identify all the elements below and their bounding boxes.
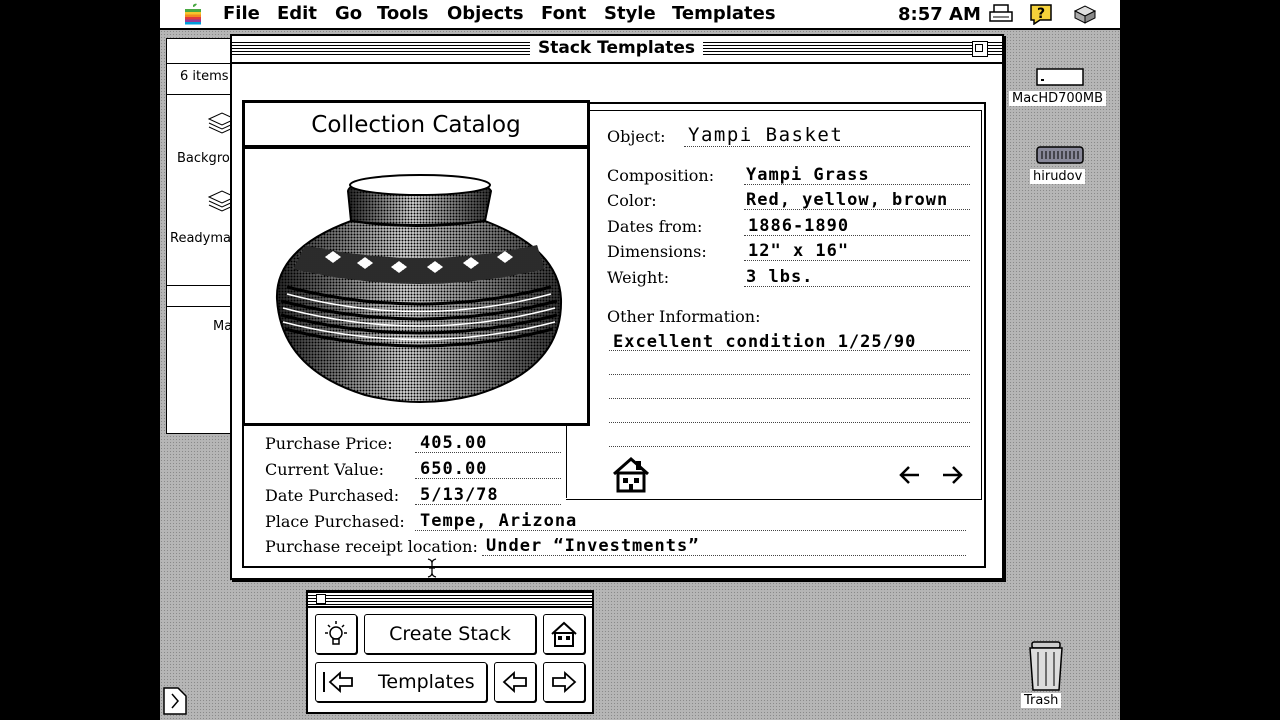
arrow-left-icon[interactable] (898, 464, 922, 486)
receipt-location-label: Purchase receipt location: (265, 537, 478, 556)
menu-edit[interactable]: Edit (277, 3, 317, 24)
svg-text:?: ? (1037, 6, 1045, 22)
dates-from-label: Dates from: (607, 217, 703, 236)
object-underline (684, 146, 970, 147)
other-info-line (609, 422, 970, 423)
templates-button[interactable]: Templates (315, 662, 487, 702)
home-button[interactable] (543, 614, 585, 654)
printer-icon[interactable] (988, 3, 1014, 25)
current-value-value[interactable]: 650.00 (420, 459, 487, 479)
composition-value[interactable]: Yampi Grass (746, 165, 870, 185)
first-card-icon (323, 670, 353, 694)
field-underline (744, 235, 970, 236)
previous-button[interactable] (494, 662, 536, 702)
hard-disk-icon[interactable] (1036, 68, 1084, 86)
lightbulb-icon (325, 621, 347, 645)
menu-objects[interactable]: Objects (447, 3, 524, 24)
finder-item-label[interactable]: Readyma (170, 231, 231, 246)
hard-disk-label[interactable]: MacHD700MB (1009, 91, 1107, 106)
ibeam-cursor-icon (427, 558, 437, 578)
pot-illustration (275, 174, 563, 403)
place-purchased-label: Place Purchased: (265, 512, 405, 531)
other-info-label: Other Information: (607, 307, 761, 326)
place-purchased-value[interactable]: Tempe, Arizona (420, 511, 577, 531)
field-underline (415, 478, 561, 479)
menu-bar: File Edit Go Tools Objects Font Style Te… (160, 0, 1120, 30)
other-info-line (609, 350, 970, 351)
apple-icon[interactable] (182, 3, 204, 25)
zoom-box-icon[interactable] (972, 41, 988, 57)
pot-image (242, 146, 590, 426)
other-info-line (609, 446, 970, 447)
arrow-right-icon[interactable] (940, 464, 964, 486)
menu-style[interactable]: Style (604, 3, 656, 24)
menu-file[interactable]: File (223, 3, 260, 24)
menu-font[interactable]: Font (541, 3, 586, 24)
card-title: Collection Catalog (242, 100, 590, 148)
window-title-bar[interactable]: Stack Templates (232, 36, 1002, 64)
palette-title-bar[interactable] (308, 592, 592, 608)
menu-go[interactable]: Go (335, 3, 362, 24)
composition-label: Composition: (607, 166, 715, 185)
home-icon[interactable] (610, 456, 652, 494)
application-icon[interactable] (1072, 3, 1098, 25)
trash-icon[interactable] (1024, 640, 1068, 692)
field-underline (744, 286, 970, 287)
disk-icon[interactable] (162, 686, 188, 716)
stack-templates-window[interactable]: Stack Templates Collection Catalog Objec… (230, 34, 1004, 580)
desktop: File Edit Go Tools Objects Font Style Te… (160, 0, 1120, 720)
arrow-right-icon (552, 670, 577, 694)
purchase-price-label: Purchase Price: (265, 434, 393, 453)
field-underline (415, 452, 561, 453)
menu-clock: 8:57 AM (898, 4, 981, 25)
trash-label[interactable]: Trash (1021, 693, 1062, 708)
menu-tools[interactable]: Tools (377, 3, 429, 24)
dimensions-value[interactable]: 12" x 16" (748, 241, 849, 261)
menu-templates[interactable]: Templates (672, 3, 776, 24)
field-underline (415, 504, 561, 505)
field-underline (744, 260, 970, 261)
templates-button-label: Templates (378, 671, 475, 693)
window-title: Stack Templates (530, 38, 703, 58)
object-label: Object: (607, 127, 666, 146)
finder-item-label[interactable]: Backgro (177, 151, 230, 166)
home-icon (551, 621, 577, 647)
other-info-line (609, 374, 970, 375)
field-underline (744, 184, 970, 185)
object-value[interactable]: Yampi Basket (688, 124, 843, 146)
drive-label[interactable]: hirudov (1030, 169, 1086, 184)
help-icon[interactable]: ? (1028, 3, 1054, 25)
date-purchased-value[interactable]: 5/13/78 (420, 485, 499, 505)
field-underline (482, 555, 966, 556)
idea-button[interactable] (315, 614, 357, 654)
dimensions-label: Dimensions: (607, 242, 707, 261)
purchase-price-value[interactable]: 405.00 (420, 433, 487, 453)
color-label: Color: (607, 191, 657, 210)
finder-items-count: 6 items (180, 69, 229, 84)
navigator-palette[interactable]: Create Stack Templates (306, 590, 594, 714)
field-underline (744, 209, 970, 210)
arrow-left-icon (502, 670, 527, 694)
receipt-location-value[interactable]: Under “Investments” (486, 536, 699, 556)
current-value-label: Current Value: (265, 460, 385, 479)
weight-label: Weight: (607, 268, 670, 287)
dates-from-value[interactable]: 1886-1890 (748, 216, 849, 236)
weight-value[interactable]: 3 lbs. (746, 267, 813, 287)
next-button[interactable] (543, 662, 585, 702)
drive-icon[interactable] (1036, 145, 1084, 165)
info-panel-edge (566, 422, 567, 498)
other-info-value[interactable]: Excellent condition 1/25/90 (613, 332, 916, 352)
other-info-line (609, 398, 970, 399)
palette-close-box[interactable] (316, 594, 326, 604)
field-underline (415, 530, 966, 531)
date-purchased-label: Date Purchased: (265, 486, 400, 505)
color-value[interactable]: Red, yellow, brown (746, 190, 948, 210)
create-stack-button[interactable]: Create Stack (364, 614, 536, 654)
